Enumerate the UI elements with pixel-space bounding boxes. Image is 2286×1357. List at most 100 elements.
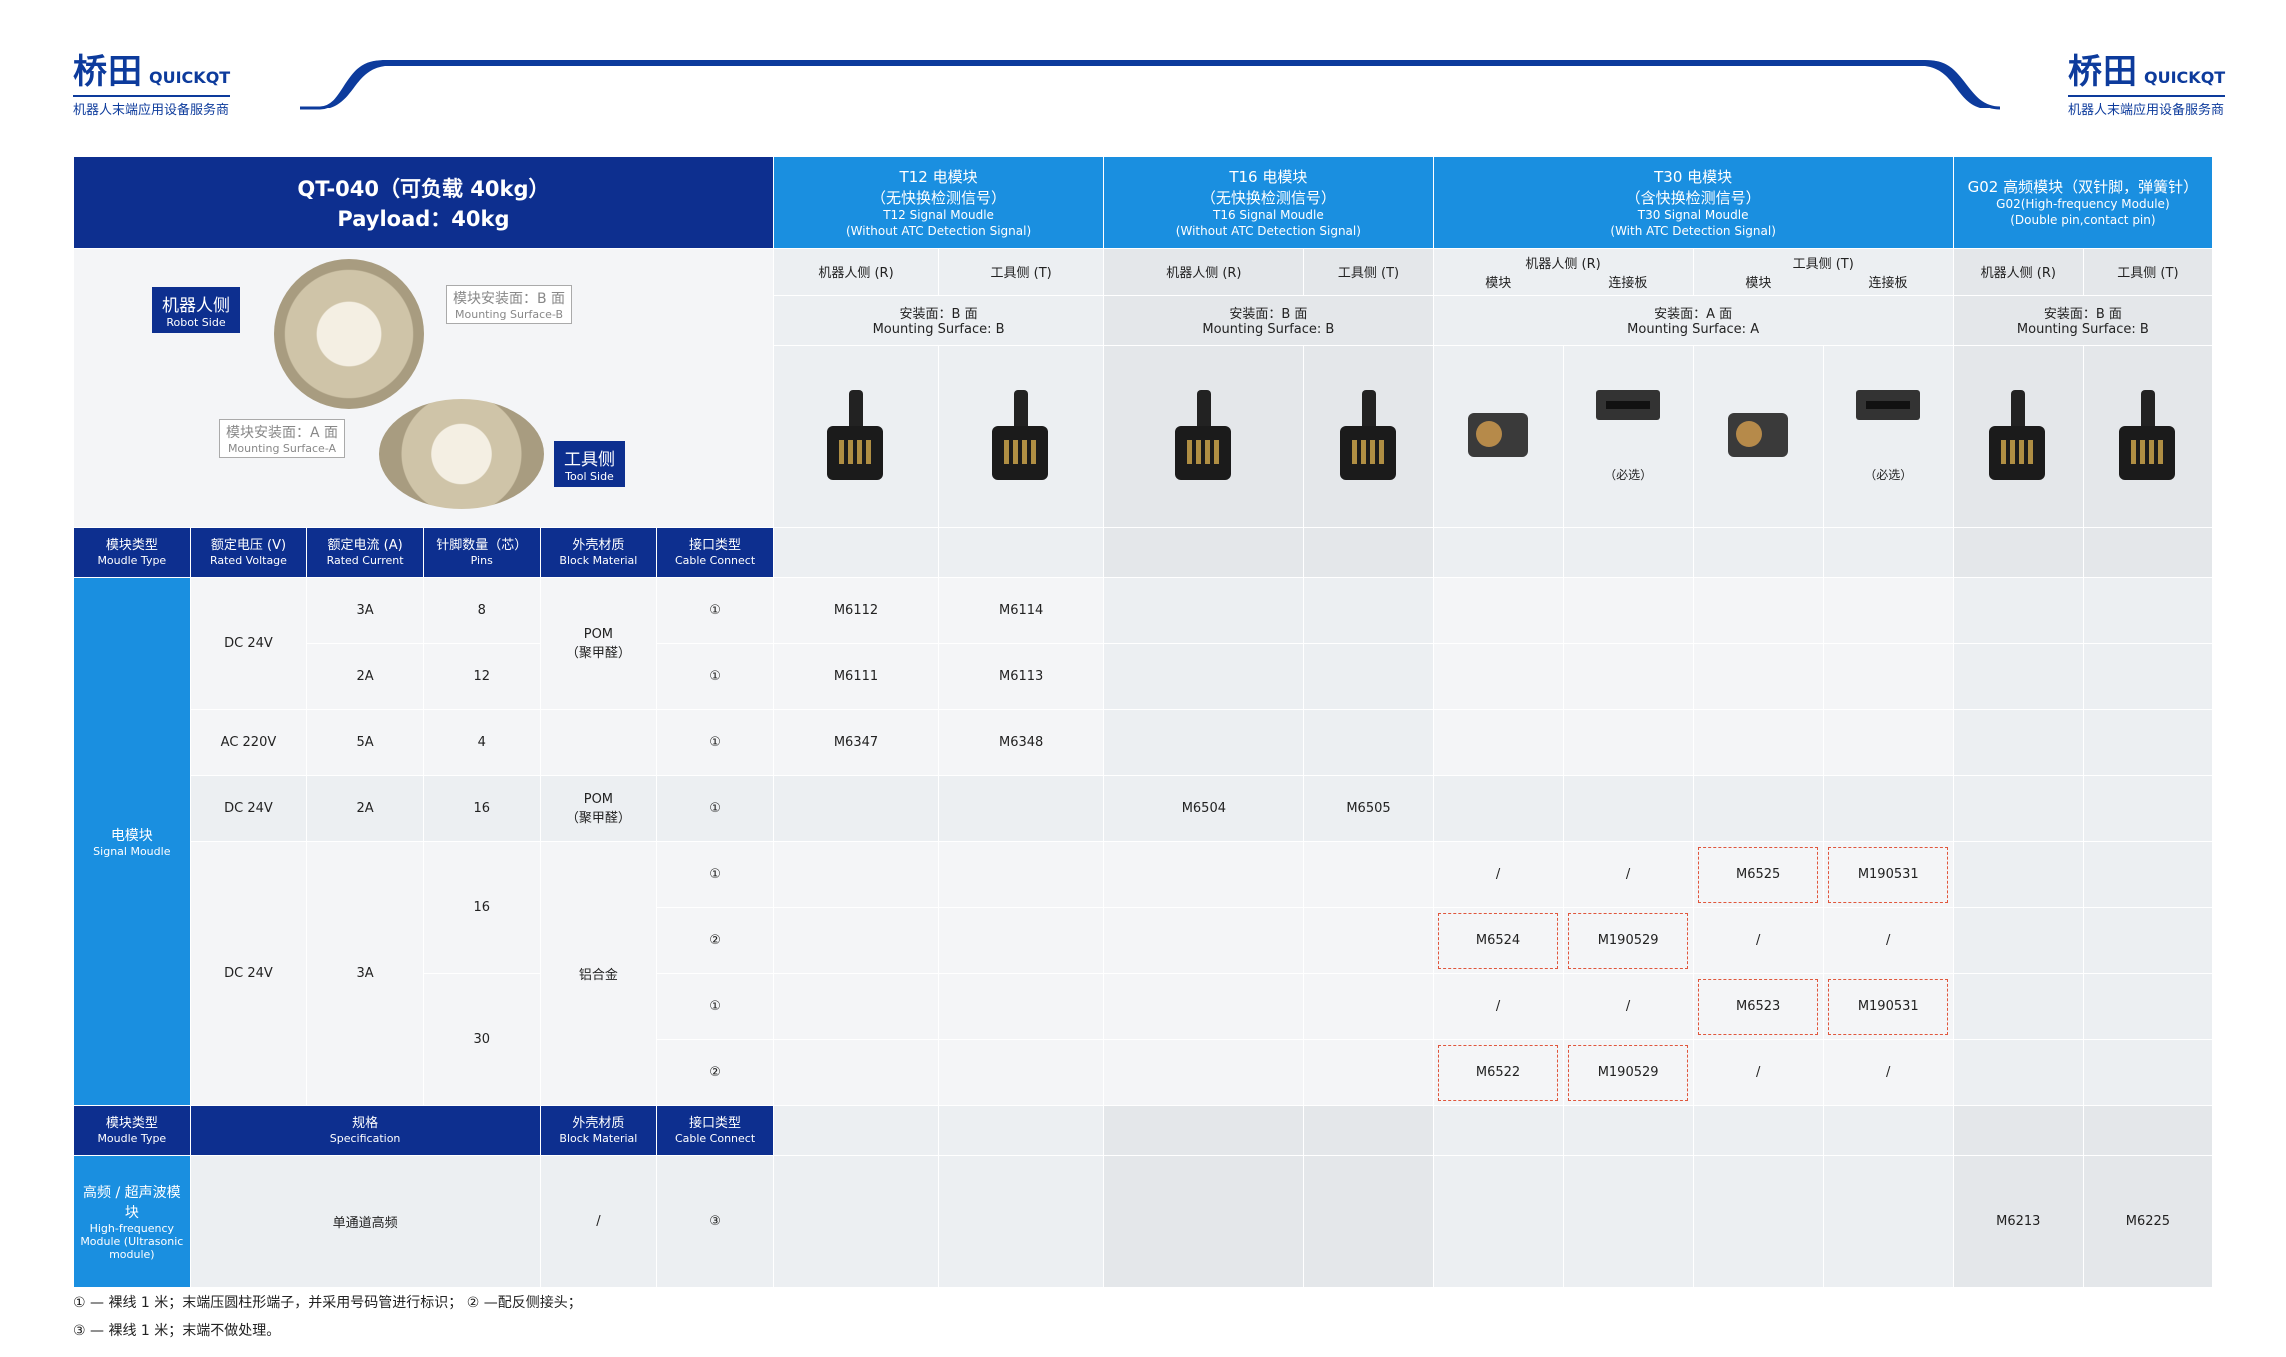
t12-robot-image — [772, 345, 940, 528]
module-image — [1728, 412, 1789, 457]
footnote-2: ③ — 裸线 1 米；末端不做处理。 — [73, 1323, 281, 1339]
group-t16: T16 电模块 （无快换检测信号） T16 Signal Moudle (Wit… — [1103, 156, 1434, 249]
part-cell: M190529 — [1562, 907, 1694, 974]
part-cell: / — [1822, 1039, 1954, 1106]
brand-tagline: 机器人末端应用设备服务商 — [2068, 95, 2226, 118]
pins-cell: 30 — [422, 973, 541, 1106]
part-cell: M6113 — [938, 643, 1105, 710]
cable-cell: ② — [656, 907, 774, 974]
group-t12-sub-en: (Without ATC Detection Signal) — [845, 223, 1032, 238]
cable-cell: ① — [656, 643, 774, 710]
pins-cell: 8 — [422, 577, 541, 644]
brand-name-en: QUICKQT — [2144, 68, 2226, 87]
group-t12: T12 电模块 （无快换检测信号） T12 Signal Moudle (Wit… — [772, 156, 1105, 249]
t30-r-module: 模块 — [1485, 275, 1512, 291]
part-cell: / — [1692, 907, 1824, 974]
optional-label: （必选） — [1604, 468, 1653, 483]
hf-spec: 单通道高频 — [189, 1155, 541, 1288]
col-material: 外壳材质 Block Material — [539, 527, 658, 578]
hf-material: / — [539, 1155, 658, 1288]
current-cell: 5A — [306, 709, 424, 776]
cable-cell: ② — [656, 1039, 774, 1106]
t16-robot-side: 机器人侧 (R) — [1103, 248, 1305, 296]
t30-robot-side-label: 机器人侧 (R) — [1525, 256, 1601, 272]
t30-robot-side: 机器人侧 (R) 模块 连接板 — [1432, 248, 1694, 296]
part-cell: / — [1562, 973, 1694, 1040]
cable-cell: ① — [656, 709, 774, 776]
t30-t-plate-image: （必选） — [1822, 345, 1954, 528]
brand-logo-left: 桥田 QUICKQT 机器人末端应用设备服务商 — [73, 44, 231, 118]
cable-cell: ① — [656, 973, 774, 1040]
t30-t-module-image — [1692, 345, 1824, 528]
group-t12-en: T12 Signal Moudle — [883, 207, 994, 222]
voltage-cell: DC 24V — [189, 577, 308, 710]
group-g02-title: G02 高频模块（双针脚，弹簧针） — [1967, 178, 2199, 197]
part-cell: M6114 — [938, 577, 1105, 644]
current-cell: 3A — [306, 841, 424, 1106]
surface-b-label: 模块安装面：B 面 Mounting Surface-B — [446, 285, 573, 324]
part-cell: M6347 — [772, 709, 940, 776]
product-illustration: 机器人侧 Robot Side 工具侧 Tool Side 模块安装面：B 面 Mou… — [74, 250, 752, 527]
brand-name-cn: 桥田 — [2068, 52, 2138, 92]
part-cell: / — [1432, 973, 1564, 1040]
hf-cable: ③ — [656, 1155, 774, 1288]
group-g02-sub-en: (Double pin,contact pin) — [2010, 213, 2156, 227]
model-title-en: Payload：40kg — [337, 206, 510, 231]
t30-tool-side-label: 工具侧 (T) — [1792, 256, 1854, 272]
t16-robot-image — [1103, 345, 1305, 528]
t30-r-plate: 连接板 — [1608, 275, 1648, 291]
footnote-1: ① — 裸线 1 米；末端压圆柱形端子，并采用号码管进行标识； ② —配反侧接头… — [73, 1295, 582, 1311]
page-header: 桥田 QUICKQT 机器人末端应用设备服务商 桥田 QUICKQT 机器人末端应用… — [0, 0, 2286, 120]
connector-image — [826, 389, 885, 480]
part-cell: M6524 — [1432, 907, 1564, 974]
cable-cell: ① — [656, 577, 774, 644]
t30-r-module-image — [1432, 345, 1564, 528]
connector-image — [1339, 389, 1398, 480]
tool-side-label: 工具侧 Tool Side — [554, 441, 625, 487]
material-cell: POM （聚甲醛） — [539, 577, 658, 710]
group-g02: G02 高频模块（双针脚，弹簧针） G02(High-frequency Mod… — [1952, 156, 2214, 249]
current-cell: 2A — [306, 643, 424, 710]
connector-image — [992, 389, 1050, 480]
tool-side-disk — [379, 399, 544, 509]
brand-name-cn: 桥田 — [73, 52, 143, 92]
part-cell: M6525 — [1692, 841, 1824, 908]
t30-t-plate: 连接板 — [1868, 275, 1908, 291]
cable-cell: ① — [656, 841, 774, 908]
part-cell: M6505 — [1303, 775, 1434, 842]
g02-robot-side: 机器人侧 (R) — [1952, 248, 2084, 296]
material-cell: POM （聚甲醛） — [539, 775, 658, 842]
model-title: QT-040（可负载 40kg） Payload：40kg — [73, 156, 774, 249]
group-t16-title: T16 电模块 — [1229, 167, 1308, 186]
product-image-area: 机器人侧 Robot Side 工具侧 Tool Side 模块安装面：B 面 Mou… — [73, 248, 774, 528]
part-cell: / — [1692, 1039, 1824, 1106]
pins-cell: 12 — [422, 643, 541, 710]
product-table: QT-040（可负载 40kg） Payload：40kg T12 电模块 （无… — [73, 156, 2214, 1288]
col-material-2: 外壳材质 Block Material — [539, 1105, 658, 1156]
pins-cell: 4 — [422, 709, 541, 776]
part-cell: M6225 — [2082, 1155, 2214, 1288]
group-t30-sub-en: (With ATC Detection Signal) — [1610, 223, 1776, 238]
voltage-cell: DC 24V — [189, 775, 308, 842]
voltage-cell: AC 220V — [189, 709, 308, 776]
plate-image — [1596, 390, 1661, 421]
module-image — [1468, 412, 1529, 457]
brand-logo-right: 桥田 QUICKQT 机器人末端应用设备服务商 — [2068, 44, 2226, 118]
header-band — [300, 60, 2001, 110]
signal-module-label: 电模块 Signal Moudle — [73, 577, 191, 1106]
t12-robot-side: 机器人侧 (R) — [772, 248, 940, 296]
t16-mount: 安装面：B 面 Mounting Surface: B — [1103, 294, 1434, 347]
connector-image — [2118, 389, 2177, 480]
part-cell: / — [1562, 841, 1694, 908]
current-cell: 2A — [306, 775, 424, 842]
group-g02-en: G02(High-frequency Module) — [1996, 197, 2170, 212]
material-cell: 铝合金 — [539, 841, 658, 1106]
group-t30-en: T30 Signal Moudle — [1637, 207, 1749, 222]
t30-tool-side: 工具侧 (T) 模块 连接板 — [1692, 248, 1954, 296]
group-t12-subtitle: （无快换检测信号） — [871, 188, 1007, 207]
part-cell: M190529 — [1562, 1039, 1694, 1106]
col-voltage: 额定电压 (V) Rated Voltage — [189, 527, 308, 578]
model-title-cn: QT-040（可负载 40kg） — [297, 176, 550, 201]
col-current: 额定电流 (A) Rated Current — [306, 527, 424, 578]
part-cell: M6213 — [1952, 1155, 2084, 1288]
